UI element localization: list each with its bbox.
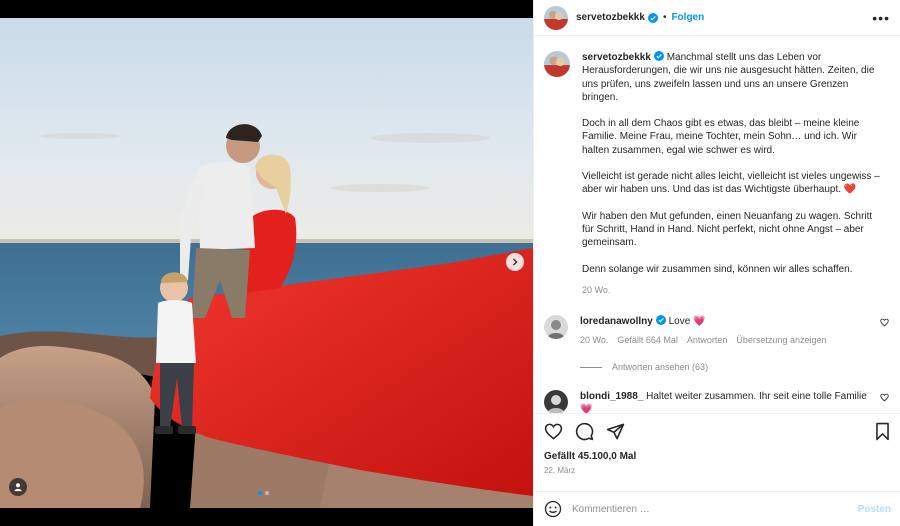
post-details-panel: servetozbekkk • Folgen ••• servetozbekkk… — [533, 0, 900, 526]
post-media — [0, 0, 533, 526]
avatar-image — [544, 315, 568, 340]
caption-timestamp[interactable]: 20 Wo. — [582, 284, 882, 297]
comment-item: blondi_1988_ Haltet weiter zusammen. Ihr… — [544, 390, 889, 413]
like-button[interactable] — [544, 422, 563, 441]
comment-line: blondi_1988_ Haltet weiter zusammen. Ihr… — [580, 390, 870, 413]
caption-paragraph: Doch in all dem Chaos gibt es etwas, das… — [582, 118, 860, 156]
commenter-username[interactable]: loredanawollny — [580, 316, 653, 327]
caption-paragraph: Denn solange wir zusammen sind, können w… — [582, 263, 853, 275]
heart-icon — [544, 423, 563, 440]
comment-likes-count[interactable]: Gefällt 664 Mal — [617, 334, 678, 347]
carousel-dot — [265, 491, 269, 495]
post-header: servetozbekkk • Folgen ••• — [534, 0, 900, 36]
caption-paragraph: Vielleicht ist gerade nicht alles leicht… — [582, 171, 880, 196]
caption-username[interactable]: servetozbekkk — [582, 52, 651, 63]
action-bar — [544, 422, 891, 441]
comment-item: loredanawollny Love 💗 20 Wo. Gefällt 664… — [544, 315, 889, 347]
comment-bubble-icon — [575, 422, 594, 441]
save-button[interactable] — [874, 422, 891, 441]
comment-timestamp[interactable]: 20 Wo. — [580, 334, 608, 347]
commenter-avatar[interactable] — [544, 315, 568, 340]
comment-meta: 20 Wo. Gefällt 664 Mal Antworten Überset… — [580, 334, 870, 347]
comment-input[interactable] — [572, 503, 858, 515]
bookmark-icon — [876, 422, 889, 441]
caption-author-avatar[interactable] — [544, 51, 570, 77]
tagged-users-button[interactable] — [9, 478, 27, 496]
post-comment-button[interactable]: Posten — [858, 504, 891, 515]
follow-button[interactable]: Folgen — [671, 12, 704, 23]
emoji-picker-button[interactable] — [544, 500, 562, 518]
post-actions: Gefällt 45.100,0 Mal 22. März — [534, 413, 900, 491]
avatar-image — [544, 51, 570, 77]
translate-button[interactable]: Übersetzung anzeigen — [736, 334, 826, 347]
paper-plane-icon — [606, 423, 625, 440]
comment-composer: Posten — [534, 491, 900, 526]
chevron-right-icon — [512, 258, 518, 266]
next-slide-button[interactable] — [506, 253, 524, 271]
verified-badge-icon — [647, 12, 658, 23]
carousel-dot-active — [258, 491, 262, 495]
commenter-avatar[interactable] — [544, 390, 568, 413]
post-likes-count[interactable]: Gefällt 45.100,0 Mal — [544, 451, 891, 462]
header-separator: • — [662, 12, 667, 23]
author-avatar[interactable] — [544, 5, 568, 30]
avatar-image — [544, 390, 568, 413]
caption-paragraph: servetozbekkk Manchmal stellt uns das Le… — [582, 51, 882, 104]
avatar-image — [544, 5, 568, 30]
comments-section[interactable]: servetozbekkk Manchmal stellt uns das Le… — [534, 37, 900, 413]
verified-badge-icon — [655, 315, 666, 326]
post-photo[interactable] — [0, 18, 533, 508]
caption-paragraph: Wir haben den Mut gefunden, einen Neuanf… — [582, 210, 873, 249]
share-button[interactable] — [606, 422, 625, 441]
heart-icon — [880, 318, 889, 327]
commenter-username[interactable]: blondi_1988_ — [580, 391, 643, 402]
comment-like-button[interactable] — [880, 318, 889, 330]
post-caption: servetozbekkk Manchmal stellt uns das Le… — [544, 51, 889, 297]
comment-line: loredanawollny Love 💗 — [580, 315, 870, 328]
comment-button[interactable] — [575, 422, 594, 441]
verified-badge-icon — [653, 51, 664, 61]
family-photo-illustration — [0, 18, 533, 508]
reply-button[interactable]: Antworten — [687, 334, 728, 347]
comment-text: Love 💗 — [668, 316, 706, 328]
replies-divider — [580, 366, 602, 368]
more-options-button[interactable]: ••• — [872, 10, 890, 26]
heart-icon — [880, 393, 889, 402]
author-username[interactable]: servetozbekkk — [576, 12, 645, 23]
emoji-smiley-icon — [544, 500, 562, 518]
view-replies-label: Antworten ansehen (63) — [612, 362, 709, 373]
view-replies-button[interactable]: Antworten ansehen (63) — [580, 362, 889, 372]
carousel-indicator — [258, 491, 269, 495]
comment-like-button[interactable] — [880, 393, 889, 405]
post-date[interactable]: 22. März — [544, 466, 891, 475]
user-tag-icon — [14, 483, 22, 492]
